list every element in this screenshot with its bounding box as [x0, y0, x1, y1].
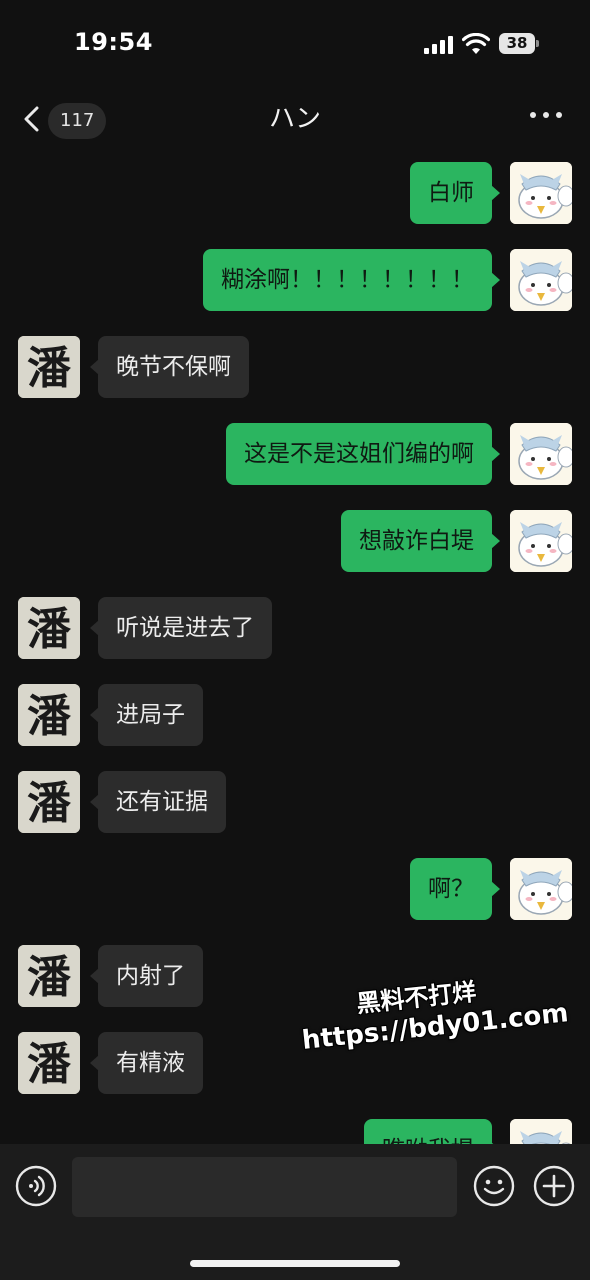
wifi-icon	[462, 33, 490, 54]
incoming-message-bubble[interactable]: 进局子	[90, 684, 203, 746]
message-row: 潘 听说是进去了	[0, 597, 590, 659]
message-row: 瞧呦我堤	[0, 1119, 590, 1144]
incoming-message-bubble[interactable]: 晚节不保啊	[90, 336, 249, 398]
voice-icon[interactable]	[15, 1165, 57, 1207]
home-indicator	[190, 1260, 400, 1267]
contact-avatar[interactable]: 潘	[18, 1032, 80, 1094]
cat-character-icon	[510, 249, 572, 311]
avatar-glyph: 潘	[27, 343, 71, 394]
message-row: 潘 进局子	[0, 684, 590, 746]
avatar-glyph: 潘	[27, 691, 71, 742]
chat-header: 117 ハン	[0, 88, 590, 148]
more-options-button[interactable]	[530, 108, 566, 122]
contact-avatar[interactable]: 潘	[18, 684, 80, 746]
message-row: 想敲诈白堤	[0, 510, 590, 572]
my-avatar[interactable]	[510, 858, 572, 920]
my-avatar[interactable]	[510, 249, 572, 311]
outgoing-message-bubble[interactable]: 瞧呦我堤	[364, 1119, 500, 1144]
message-row: 潘 晚节不保啊	[0, 336, 590, 398]
avatar-glyph: 潘	[27, 952, 71, 1003]
contact-avatar[interactable]: 潘	[18, 336, 80, 398]
cat-character-icon	[510, 510, 572, 572]
battery-level: 38	[499, 33, 535, 54]
my-avatar[interactable]	[510, 423, 572, 485]
avatar-glyph: 潘	[27, 604, 71, 655]
message-row: 潘 还有证据	[0, 771, 590, 833]
my-avatar[interactable]	[510, 162, 572, 224]
message-row: 白师	[0, 162, 590, 224]
message-row: 啊？	[0, 858, 590, 920]
message-row: 这是不是这姐们编的啊	[0, 423, 590, 485]
outgoing-message-bubble[interactable]: 白师	[410, 162, 500, 224]
incoming-message-bubble[interactable]: 有精液	[90, 1032, 203, 1094]
status-bar: 19:54 38	[0, 0, 590, 88]
outgoing-message-bubble[interactable]: 糊涂啊！！！！！！！！	[203, 249, 500, 311]
outgoing-message-bubble[interactable]: 这是不是这姐们编的啊	[226, 423, 500, 485]
battery-icon: 38	[499, 33, 539, 54]
incoming-message-bubble[interactable]: 内射了	[90, 945, 203, 1007]
status-time: 19:54	[74, 28, 153, 56]
chat-title: ハン	[268, 104, 321, 134]
cellular-signal-icon	[424, 36, 454, 54]
cat-character-icon	[510, 423, 572, 485]
message-row: 糊涂啊！！！！！！！！	[0, 249, 590, 311]
contact-avatar[interactable]: 潘	[18, 945, 80, 1007]
my-avatar[interactable]	[510, 1119, 572, 1144]
avatar-glyph: 潘	[27, 1039, 71, 1090]
cat-character-icon	[510, 162, 572, 224]
emoji-icon[interactable]	[473, 1165, 515, 1207]
contact-avatar[interactable]: 潘	[18, 597, 80, 659]
contact-avatar[interactable]: 潘	[18, 771, 80, 833]
my-avatar[interactable]	[510, 510, 572, 572]
plus-icon[interactable]	[533, 1165, 575, 1207]
incoming-message-bubble[interactable]: 听说是进去了	[90, 597, 272, 659]
outgoing-message-bubble[interactable]: 啊？	[410, 858, 500, 920]
message-input[interactable]	[72, 1157, 457, 1217]
avatar-glyph: 潘	[27, 778, 71, 829]
chat-input-bar	[0, 1144, 590, 1280]
incoming-message-bubble[interactable]: 还有证据	[90, 771, 226, 833]
cat-character-icon	[510, 1119, 572, 1144]
cat-character-icon	[510, 858, 572, 920]
outgoing-message-bubble[interactable]: 想敲诈白堤	[341, 510, 500, 572]
